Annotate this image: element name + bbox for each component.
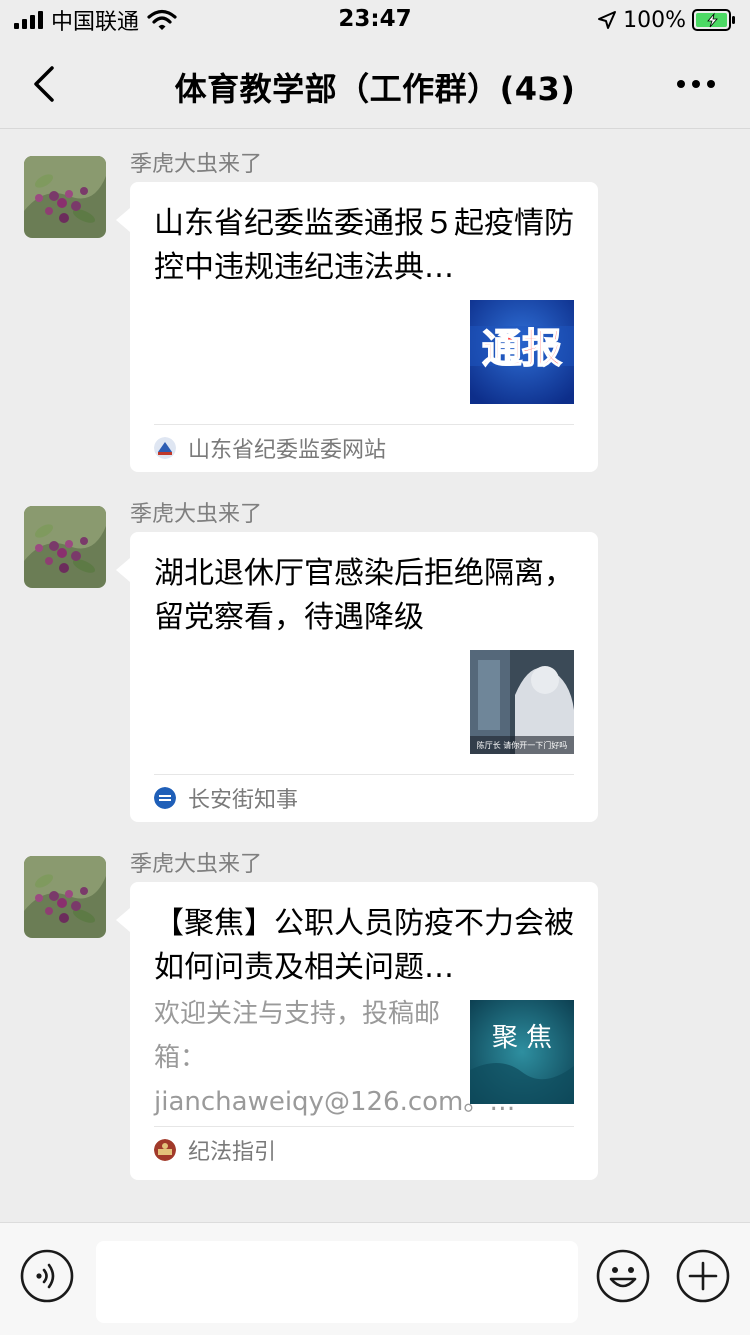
divider	[154, 424, 574, 425]
avatar[interactable]	[24, 156, 106, 238]
article-description: 欢迎关注与支持，投稿邮箱：jianchaweiqy@126.com。…	[154, 999, 516, 1117]
battery-icon	[692, 9, 735, 31]
avatar[interactable]	[24, 856, 106, 938]
sender-name: 季虎大虫来了	[130, 852, 263, 877]
article-thumbnail: 聚 焦	[470, 1000, 574, 1104]
input-bar	[0, 1222, 750, 1335]
back-icon[interactable]	[26, 62, 62, 106]
source-name: 长安街知事	[188, 788, 299, 813]
article-thumbnail: 陈厅长 请你开一下门好吗	[470, 650, 574, 754]
article-source: 纪法指引	[154, 1130, 574, 1170]
chat-title: 体育教学部（工作群）(43)	[174, 70, 576, 108]
message-input[interactable]	[96, 1241, 578, 1323]
voice-icon[interactable]	[20, 1249, 74, 1303]
location-icon	[598, 11, 617, 29]
article-source: 山东省纪委监委网站	[154, 428, 574, 468]
thumbnail-text: 聚 焦	[492, 1023, 552, 1053]
source-logo	[154, 787, 176, 809]
sender-name: 季虎大虫来了	[130, 502, 263, 527]
battery-percent: 100%	[623, 7, 686, 33]
divider	[154, 774, 574, 775]
article-card[interactable]: 湖北退休厅官感染后拒绝隔离，留党察看，待遇降级 陈厅长 请你开一下门好吗 长安街…	[116, 532, 598, 822]
status-bar: 中国联通 23:47 100%	[0, 0, 750, 40]
avatar[interactable]	[24, 506, 106, 588]
article-title: 山东省纪委监委通报５起疫情防控中违规违纪违法典…	[154, 206, 574, 285]
emoji-icon[interactable]	[596, 1249, 650, 1303]
more-icon[interactable]	[676, 78, 716, 90]
sender-name: 季虎大虫来了	[130, 152, 263, 177]
thumbnail-text: 陈厅长 请你开一下门好吗	[477, 740, 568, 750]
article-card[interactable]: 山东省纪委监委通报５起疫情防控中违规违纪违法典… 通报 山东省纪委监委网站	[116, 182, 598, 472]
thumbnail-text: 通报	[482, 326, 562, 372]
article-source: 长安街知事	[154, 778, 574, 818]
nav-bar: 体育教学部（工作群）(43)	[0, 40, 750, 129]
article-title: 湖北退休厅官感染后拒绝隔离，留党察看，待遇降级	[154, 556, 574, 635]
plus-icon[interactable]	[676, 1249, 730, 1303]
article-card[interactable]: 【聚焦】公职人员防疫不力会被如何问责及相关问题… 欢迎关注与支持，投稿邮箱：ji…	[116, 882, 598, 1180]
source-name: 山东省纪委监委网站	[188, 438, 387, 463]
article-title: 【聚焦】公职人员防疫不力会被如何问责及相关问题…	[154, 906, 574, 985]
source-name: 纪法指引	[188, 1140, 277, 1165]
source-logo	[154, 1139, 176, 1161]
divider	[154, 1126, 574, 1127]
source-logo	[154, 437, 176, 459]
article-thumbnail: 通报	[470, 300, 574, 404]
